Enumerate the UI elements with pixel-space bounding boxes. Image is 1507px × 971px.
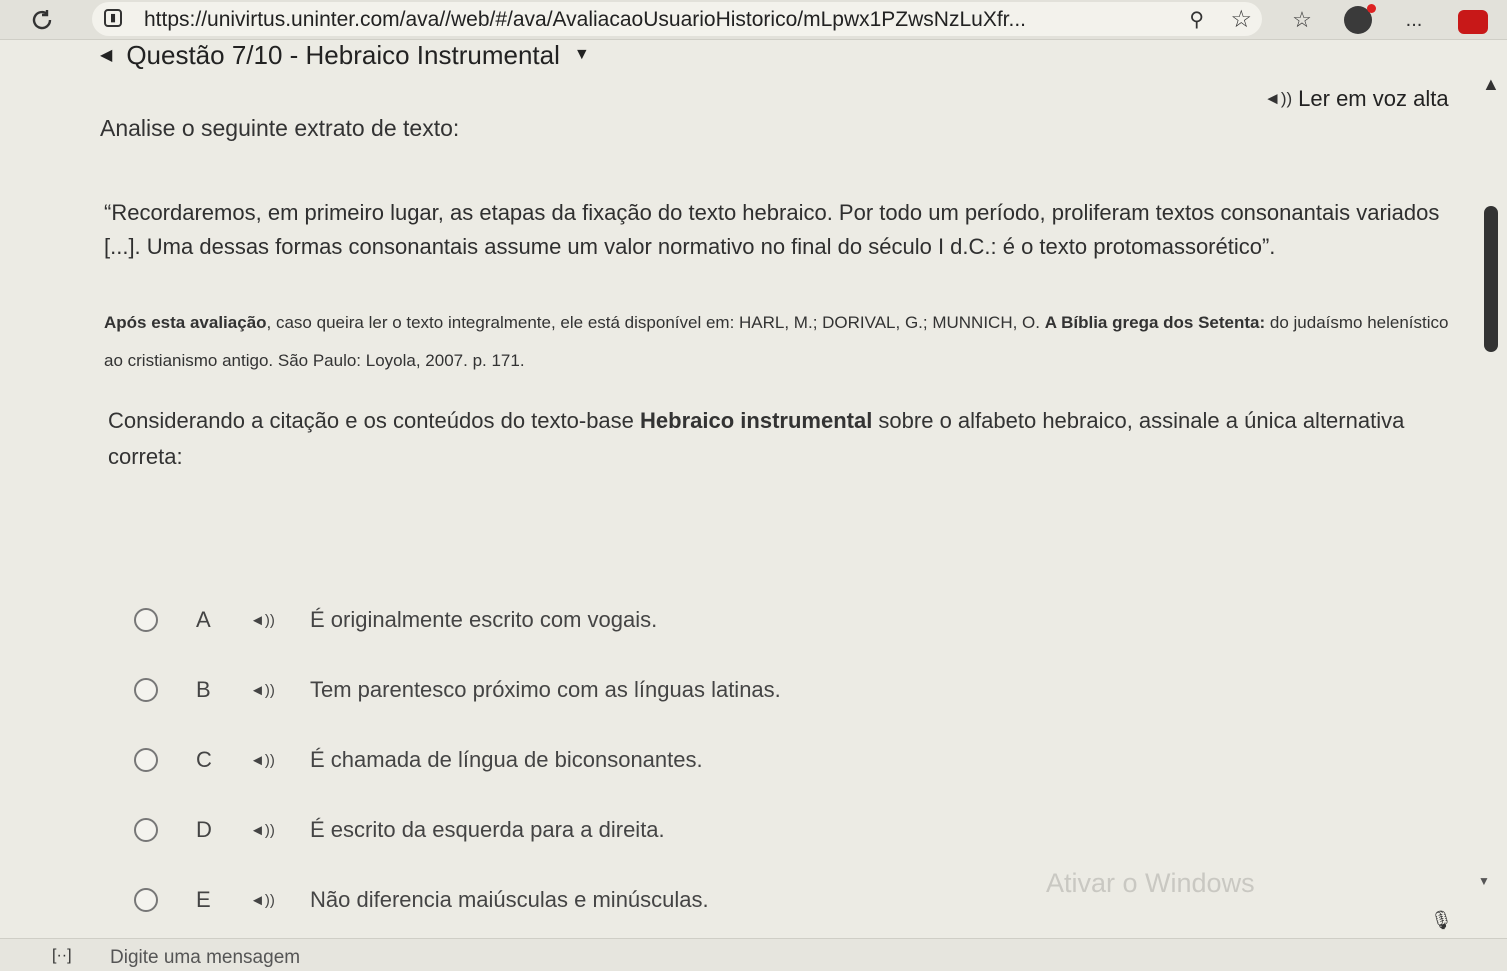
reference-body: , caso queira ler o texto integralmente,… <box>266 313 1045 332</box>
instruction-course: Hebraico instrumental <box>640 408 873 433</box>
favorites-list-icon[interactable]: ☆ <box>1286 4 1318 36</box>
speaker-icon[interactable]: ◄)) <box>250 892 300 909</box>
option-letter: A <box>196 607 211 632</box>
speaker-icon[interactable]: ◄)) <box>250 612 300 629</box>
option-letter: D <box>196 817 212 842</box>
lock-icon: ▮ <box>104 9 122 27</box>
speaker-icon: ◄)) <box>1264 89 1293 108</box>
instruction-lead: Considerando a citação e os conteúdos do… <box>108 408 641 433</box>
question-title: Questão 7/10 - Hebraico Instrumental <box>126 40 560 70</box>
profile-avatar[interactable] <box>1344 4 1376 34</box>
question-prompt: Analise o seguinte extrato de texto: <box>100 115 460 141</box>
option-b[interactable]: B ◄)) Tem parentesco próximo com as líng… <box>130 655 1030 725</box>
option-e[interactable]: E ◄)) Não diferencia maiúsculas e minúsc… <box>130 865 1030 935</box>
reference-title: A Bíblia grega dos Setenta: <box>1044 313 1266 332</box>
option-d[interactable]: D ◄)) É escrito da esquerda para a direi… <box>130 795 1030 865</box>
favorite-star-icon[interactable]: ☆ <box>1230 5 1252 34</box>
question-instruction: Considerando a citação e os conteúdos do… <box>108 403 1428 475</box>
option-text[interactable]: É escrito da esquerda para a direita. <box>310 817 665 843</box>
browser-toolbar: ▮ https://univirtus.uninter.com/ava//web… <box>0 0 1507 40</box>
option-text[interactable]: Não diferencia maiúsculas e minúsculas. <box>310 887 709 913</box>
option-letter: C <box>196 747 212 772</box>
reference-lead: Após esta avaliação <box>104 313 267 332</box>
option-text[interactable]: Tem parentesco próximo com as línguas la… <box>310 677 781 703</box>
option-text[interactable]: É chamada de língua de biconsonantes. <box>310 747 703 773</box>
speaker-icon[interactable]: ◄)) <box>250 752 300 769</box>
scrollbar-thumb[interactable] <box>1484 206 1498 352</box>
option-a[interactable]: A ◄)) É originalmente escrito com vogais… <box>130 585 1030 655</box>
scroll-up-arrow-icon[interactable]: ▲ <box>1482 74 1500 95</box>
radio-button[interactable] <box>134 748 158 772</box>
windows-activation-watermark: Ativar o Windows <box>1046 868 1255 898</box>
read-aloud-button[interactable]: ◄)) Ler em voz alta <box>1264 86 1449 112</box>
radio-button[interactable] <box>134 888 158 912</box>
url-text[interactable]: https://univirtus.uninter.com/ava//web/#… <box>144 8 1026 32</box>
radio-button[interactable] <box>134 608 158 632</box>
microphone-icon[interactable]: 🎙 <box>1430 910 1453 931</box>
speaker-icon[interactable]: ◄)) <box>250 682 300 699</box>
option-c[interactable]: C ◄)) É chamada de língua de biconsonant… <box>130 725 1030 795</box>
option-letter: B <box>196 677 211 702</box>
speaker-icon[interactable]: ◄)) <box>250 822 300 839</box>
prev-question-arrow-icon[interactable]: ◀ <box>100 45 112 65</box>
question-header: ◀ Questão 7/10 - Hebraico Instrumental ▼ <box>100 40 590 70</box>
radio-button[interactable] <box>134 678 158 702</box>
reference-note: Após esta avaliação, caso queira ler o t… <box>104 304 1464 380</box>
message-bar: [··] Digite uma mensagem <box>0 938 1507 971</box>
more-menu-button[interactable]: ... <box>1398 4 1430 36</box>
extension-icon[interactable] <box>1458 10 1488 34</box>
option-text[interactable]: É originalmente escrito com vogais. <box>310 607 657 633</box>
read-aloud-label: Ler em voz alta <box>1298 86 1449 111</box>
message-input[interactable]: Digite uma mensagem <box>110 947 300 969</box>
key-icon[interactable]: ⚲ <box>1189 7 1204 32</box>
answer-options: A ◄)) É originalmente escrito com vogais… <box>130 585 1030 935</box>
chat-icon[interactable]: [··] <box>52 947 72 965</box>
quoted-text: “Recordaremos, em primeiro lugar, as eta… <box>104 200 1440 259</box>
next-question-arrow-icon[interactable]: ▼ <box>574 46 590 64</box>
address-bar[interactable]: ▮ https://univirtus.uninter.com/ava//web… <box>92 2 1262 36</box>
chevron-down-icon[interactable]: ▼ <box>1478 874 1490 888</box>
refresh-icon[interactable] <box>26 4 58 36</box>
option-letter: E <box>196 887 211 912</box>
radio-button[interactable] <box>134 818 158 842</box>
